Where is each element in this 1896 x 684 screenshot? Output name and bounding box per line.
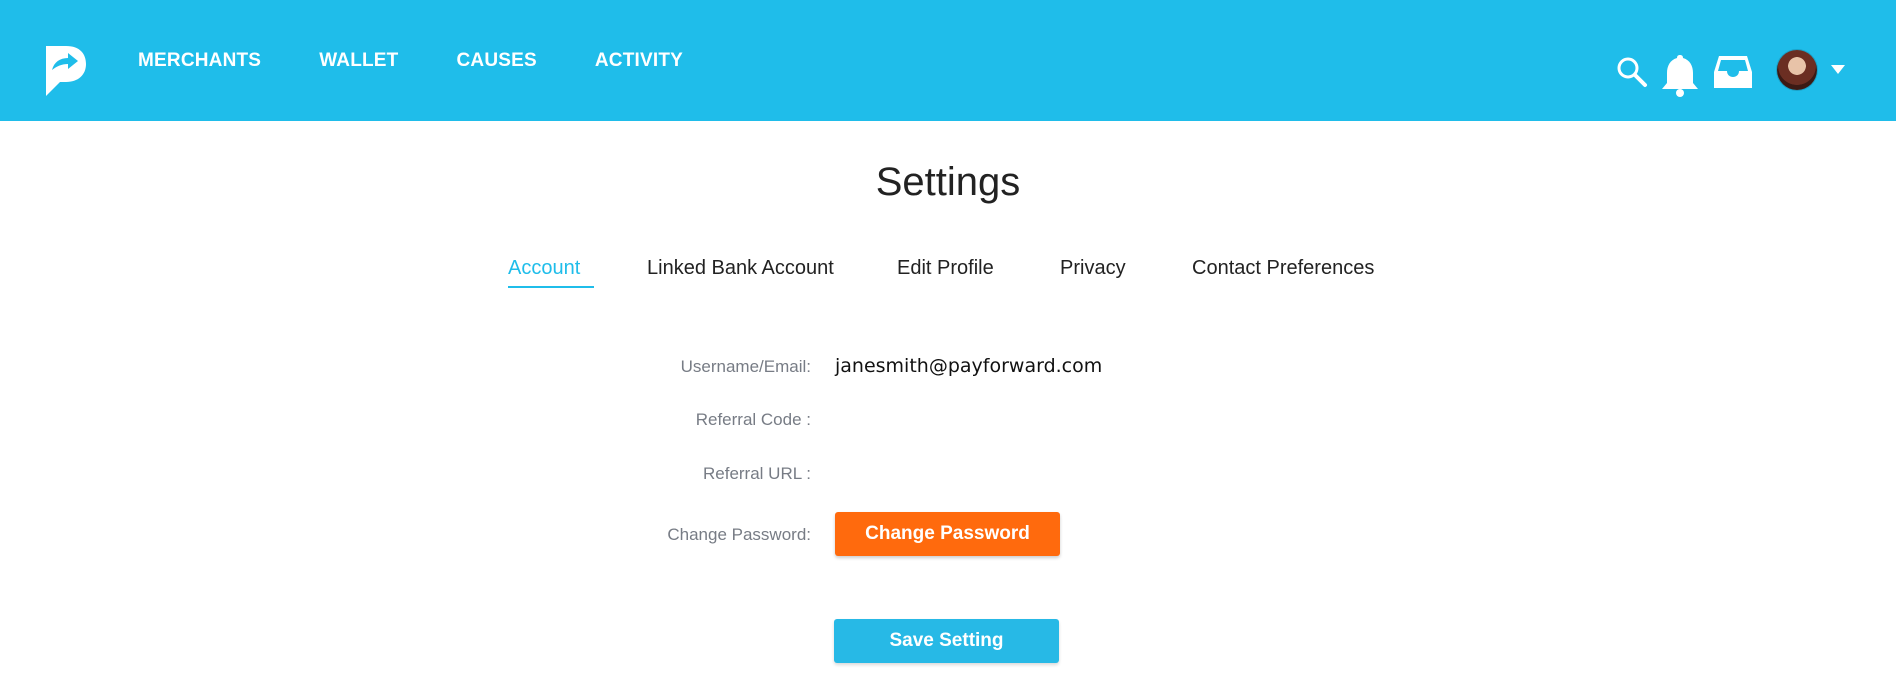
top-navbar: MERCHANTS WALLET CAUSES ACTIVITY: [0, 0, 1896, 121]
username-label: Username/Email:: [680, 357, 811, 376]
nav-activity[interactable]: ACTIVITY: [595, 50, 683, 72]
tab-edit-profile[interactable]: Edit Profile: [897, 257, 994, 280]
logo-icon: [46, 46, 86, 96]
search-icon[interactable]: [1616, 56, 1648, 93]
change-password-label: Change Password:: [667, 525, 811, 544]
tab-contact-preferences[interactable]: Contact Preferences: [1192, 257, 1374, 280]
tab-linked-bank-account[interactable]: Linked Bank Account: [647, 257, 834, 280]
payforward-logo[interactable]: [40, 44, 90, 96]
change-password-button[interactable]: Change Password: [835, 512, 1060, 556]
main-nav: MERCHANTS WALLET CAUSES ACTIVITY: [138, 0, 741, 121]
nav-merchants[interactable]: MERCHANTS: [138, 50, 261, 72]
page-title: Settings: [875, 160, 1021, 204]
inbox-icon[interactable]: [1713, 54, 1753, 95]
nav-wallet[interactable]: WALLET: [319, 50, 398, 72]
bell-icon[interactable]: [1660, 53, 1700, 102]
referral-url-label: Referral URL :: [702, 464, 811, 483]
tab-account[interactable]: Account: [508, 257, 594, 288]
tab-account-label: Account: [508, 257, 581, 279]
referral-code-label: Referral Code :: [695, 410, 811, 429]
chevron-down-icon[interactable]: [1831, 65, 1845, 74]
tab-privacy[interactable]: Privacy: [1060, 257, 1126, 280]
username-value: janesmith@payforward.com: [835, 355, 1103, 377]
nav-causes[interactable]: CAUSES: [456, 50, 536, 72]
active-tab-indicator: [508, 286, 594, 288]
avatar[interactable]: [1777, 50, 1817, 90]
save-setting-button[interactable]: Save Setting: [834, 619, 1059, 663]
